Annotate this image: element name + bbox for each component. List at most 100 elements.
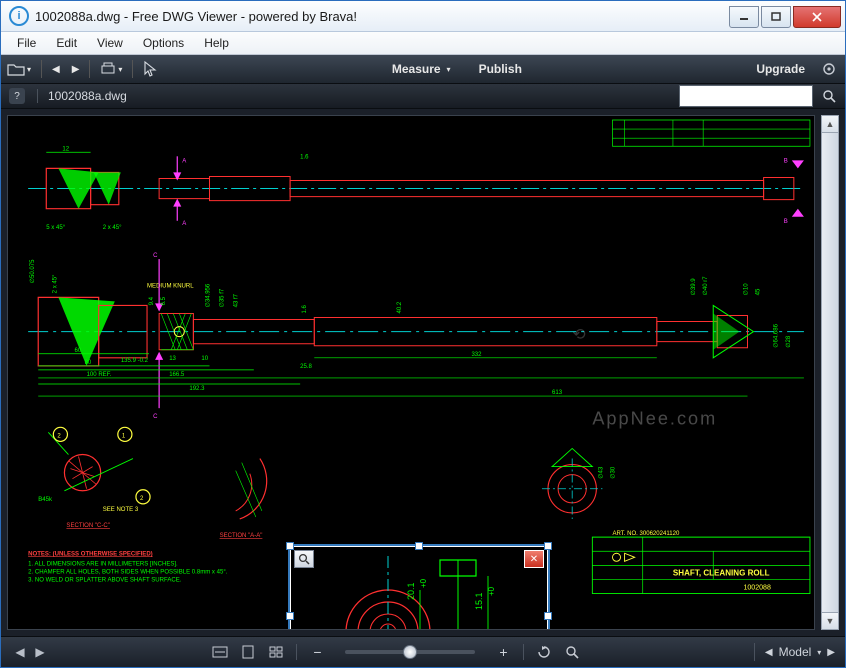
- menu-edit[interactable]: Edit: [46, 34, 87, 52]
- zoom-in-icon[interactable]: +: [495, 644, 511, 660]
- layout-selector[interactable]: ◀ Model ▾ ▶: [765, 645, 845, 659]
- magnifier-tool-icon[interactable]: [564, 644, 580, 660]
- rotate-icon[interactable]: [536, 644, 552, 660]
- svg-text:∅43: ∅43: [597, 466, 604, 479]
- page-next-button[interactable]: ▶: [31, 643, 49, 661]
- zoom-slider-thumb[interactable]: [403, 645, 417, 659]
- svg-text:C: C: [153, 253, 158, 259]
- svg-text:SEE NOTE 3: SEE NOTE 3: [103, 507, 139, 513]
- svg-text:12: 12: [62, 146, 69, 152]
- menu-file[interactable]: File: [7, 34, 46, 52]
- fit-width-icon[interactable]: [212, 644, 228, 660]
- svg-text:B: B: [784, 219, 788, 225]
- pointer-button[interactable]: [137, 55, 163, 83]
- search-icon[interactable]: [821, 88, 837, 104]
- maximize-button[interactable]: [761, 6, 791, 28]
- menu-help[interactable]: Help: [194, 34, 239, 52]
- svg-text:2 x 45°: 2 x 45°: [52, 274, 58, 293]
- zoom-out-icon[interactable]: −: [309, 644, 325, 660]
- nav-prev-button[interactable]: ◀: [46, 55, 66, 83]
- svg-text:166.5: 166.5: [169, 372, 185, 378]
- svg-text:B: B: [784, 158, 788, 164]
- svg-text:ART. NO. 300620241120: ART. NO. 300620241120: [612, 531, 679, 537]
- svg-text:3. NO WELD OR SPLATTER ABOVE: 3. NO WELD OR SPLATTER ABOVE SHAFT SURFA…: [28, 577, 182, 583]
- nav-next-button[interactable]: ▶: [66, 55, 86, 83]
- svg-text:9.4: 9.4: [149, 296, 155, 305]
- svg-text:45: 45: [756, 288, 762, 295]
- magnifier-zoom-icon[interactable]: [294, 550, 314, 568]
- page-first-button[interactable]: ◀: [11, 643, 29, 661]
- minimize-button[interactable]: [729, 6, 759, 28]
- svg-text:C: C: [153, 414, 158, 420]
- search-input[interactable]: [679, 85, 813, 107]
- measure-button[interactable]: Measure▾: [386, 55, 457, 83]
- svg-text:MEDIUM KNURL: MEDIUM KNURL: [147, 283, 194, 289]
- magnifier-window[interactable]: ✕ 20.1 +0 15.1: [288, 544, 550, 630]
- svg-text:∅39.9: ∅39.9: [690, 278, 697, 296]
- current-file-label: 1002088a.dwg: [48, 89, 679, 103]
- svg-text:15.1: 15.1: [474, 592, 484, 610]
- svg-text:332: 332: [471, 352, 482, 358]
- svg-text:25.8: 25.8: [300, 364, 312, 370]
- page-icon[interactable]: [240, 644, 256, 660]
- svg-text:⟲: ⟲: [572, 326, 586, 344]
- svg-text:5 x 45°: 5 x 45°: [46, 225, 65, 231]
- layout-label: Model: [779, 645, 812, 659]
- svg-text:∅28: ∅28: [785, 335, 792, 348]
- svg-text:SHAFT, CLEANING ROLL: SHAFT, CLEANING ROLL: [673, 568, 770, 577]
- svg-text:∅40 r7: ∅40 r7: [702, 276, 709, 296]
- menu-options[interactable]: Options: [133, 34, 194, 52]
- svg-text:1.6: 1.6: [300, 154, 309, 160]
- scroll-up-button[interactable]: ▲: [822, 116, 838, 133]
- menubar: File Edit View Options Help: [1, 32, 845, 55]
- menu-view[interactable]: View: [87, 34, 133, 52]
- titlebar: i 1002088a.dwg - Free DWG Viewer - power…: [1, 1, 845, 32]
- close-button[interactable]: [793, 6, 841, 28]
- svg-text:192.3: 192.3: [189, 386, 205, 392]
- scroll-down-button[interactable]: ▼: [822, 612, 838, 629]
- svg-text:1.6: 1.6: [302, 304, 308, 313]
- svg-text:135.9 -0.2: 135.9 -0.2: [121, 358, 149, 364]
- zoom-slider[interactable]: [345, 650, 475, 654]
- settings-gear-icon[interactable]: [821, 61, 837, 77]
- toolbar: ▾ ◀ ▶ ▾ Measure▾ Publish Upgrade: [1, 55, 845, 84]
- svg-text:1002088: 1002088: [743, 585, 771, 592]
- bottombar: ◀ ▶ − + ◀ Model ▾ ▶: [1, 636, 845, 667]
- svg-text:∅35 f7: ∅35 f7: [219, 288, 226, 307]
- drawing-canvas[interactable]: A A B B 12 1.6 5 x 45° 2 x 45°: [7, 115, 815, 630]
- svg-text:1: 1: [122, 433, 126, 439]
- svg-text:613: 613: [552, 390, 563, 396]
- svg-text:20.1: 20.1: [406, 582, 416, 600]
- svg-text:40.2: 40.2: [397, 301, 403, 313]
- workarea: A A B B 12 1.6 5 x 45° 2 x 45°: [1, 109, 845, 636]
- open-button[interactable]: ▾: [1, 55, 37, 83]
- svg-text:6.5: 6.5: [161, 296, 167, 305]
- svg-text:2: 2: [140, 496, 144, 502]
- svg-text:A: A: [182, 221, 187, 227]
- svg-text:2 x 45°: 2 x 45°: [103, 225, 122, 231]
- app-window: i 1002088a.dwg - Free DWG Viewer - power…: [0, 0, 846, 668]
- svg-text:43 f7: 43 f7: [234, 293, 240, 307]
- magnifier-close-button[interactable]: ✕: [524, 550, 544, 568]
- svg-text:13: 13: [169, 356, 176, 362]
- svg-text:B45k: B45k: [38, 497, 53, 503]
- svg-text:100 REF.: 100 REF.: [87, 372, 112, 378]
- svg-text:+0: +0: [419, 578, 428, 588]
- window-controls: [727, 6, 841, 26]
- publish-button[interactable]: Publish: [473, 55, 528, 83]
- svg-text:+0: +0: [487, 586, 496, 596]
- svg-text:∅34.956: ∅34.956: [204, 283, 211, 307]
- svg-text:1. ALL DIMENSIONS ARE IN MIL: 1. ALL DIMENSIONS ARE IN MILLIMETERS [IN…: [28, 561, 178, 567]
- help-icon[interactable]: ?: [9, 88, 25, 104]
- vertical-scrollbar[interactable]: ▲ ▼: [821, 115, 839, 630]
- svg-text:A: A: [182, 158, 187, 164]
- svg-text:AppNee.com: AppNee.com: [592, 408, 717, 428]
- print-button[interactable]: ▾: [94, 55, 128, 83]
- svg-text:∅50.075: ∅50.075: [29, 259, 36, 283]
- window-title: 1002088a.dwg - Free DWG Viewer - powered…: [35, 9, 727, 24]
- svg-text:2. CHAMFER ALL HOLES, BOTH S: 2. CHAMFER ALL HOLES, BOTH SIDES WHEN PO…: [28, 569, 228, 575]
- svg-text:80: 80: [85, 360, 92, 366]
- infobar: ? 1002088a.dwg: [1, 84, 845, 109]
- thumbnails-icon[interactable]: [268, 644, 284, 660]
- upgrade-button[interactable]: Upgrade: [750, 55, 811, 83]
